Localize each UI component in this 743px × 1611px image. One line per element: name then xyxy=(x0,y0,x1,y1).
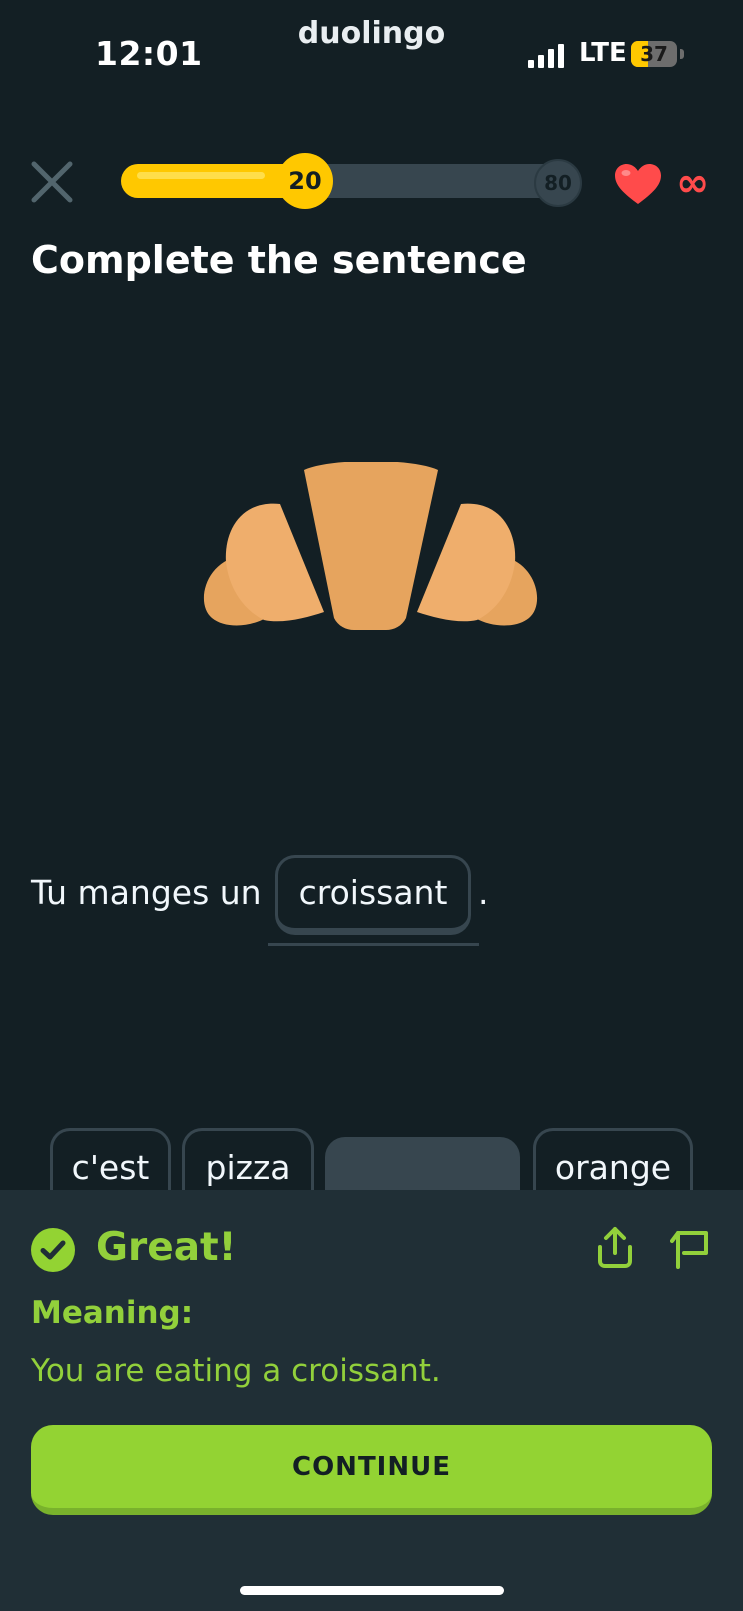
share-icon[interactable] xyxy=(595,1225,635,1269)
signal-icon xyxy=(528,42,566,68)
sentence-suffix: . xyxy=(478,873,489,912)
progress-count-badge: 20 xyxy=(277,153,333,209)
network-label: LTE xyxy=(579,38,627,68)
answer-underline xyxy=(268,943,479,946)
check-circle-icon xyxy=(31,1228,75,1272)
sentence-prefix: Tu manges un xyxy=(31,873,262,912)
battery-cap xyxy=(680,49,684,59)
page-title: Complete the sentence xyxy=(31,238,527,282)
feedback-status: Great! xyxy=(96,1225,237,1270)
flag-icon[interactable] xyxy=(670,1227,712,1269)
home-indicator[interactable] xyxy=(240,1586,504,1595)
progress-goal-badge: 80 xyxy=(534,159,582,207)
close-icon xyxy=(31,161,73,203)
close-button[interactable] xyxy=(28,158,76,206)
meaning-label: Meaning: xyxy=(31,1295,194,1331)
battery-icon: 37 xyxy=(631,41,677,67)
heart-icon xyxy=(615,164,661,204)
croissant-icon xyxy=(203,462,538,630)
meaning-text: You are eating a croissant. xyxy=(31,1353,441,1389)
progress-shine xyxy=(137,172,265,179)
progress-bar: 20 80 xyxy=(121,153,582,209)
hearts-count: ∞ xyxy=(676,160,710,206)
continue-button[interactable]: CONTINUE xyxy=(31,1425,712,1515)
answer-word-chip[interactable]: croissant xyxy=(275,855,471,935)
battery-percent: 37 xyxy=(640,42,668,66)
